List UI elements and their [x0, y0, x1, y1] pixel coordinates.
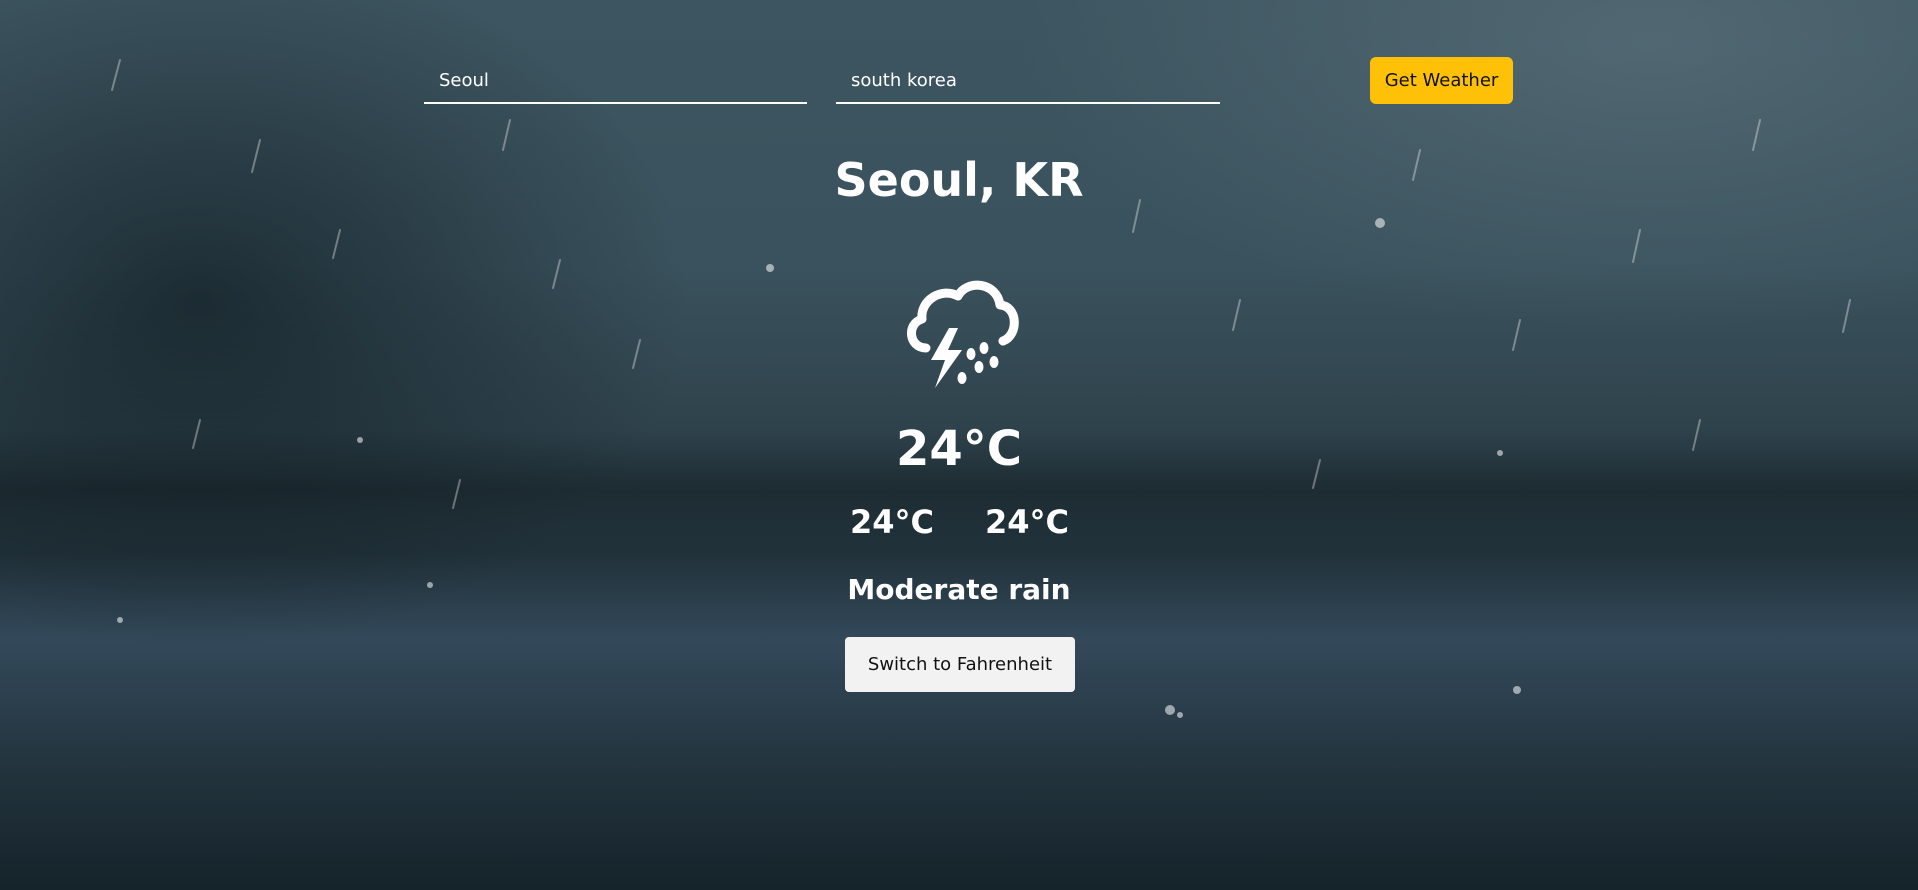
max-temperature: 24°C — [985, 503, 1070, 541]
city-input[interactable] — [424, 60, 807, 100]
get-weather-button[interactable]: Get Weather — [1370, 57, 1513, 104]
thunderstorm-rain-icon — [900, 278, 1020, 392]
country-field — [836, 60, 1220, 104]
country-input[interactable] — [836, 60, 1220, 100]
switch-to-fahrenheit-button[interactable]: Switch to Fahrenheit — [845, 637, 1075, 692]
location-title: Seoul, KR — [834, 153, 1084, 207]
city-field — [424, 60, 807, 104]
min-temperature: 24°C — [850, 503, 935, 541]
current-temperature: 24°C — [895, 421, 1023, 477]
weather-description: Moderate rain — [847, 573, 1071, 606]
